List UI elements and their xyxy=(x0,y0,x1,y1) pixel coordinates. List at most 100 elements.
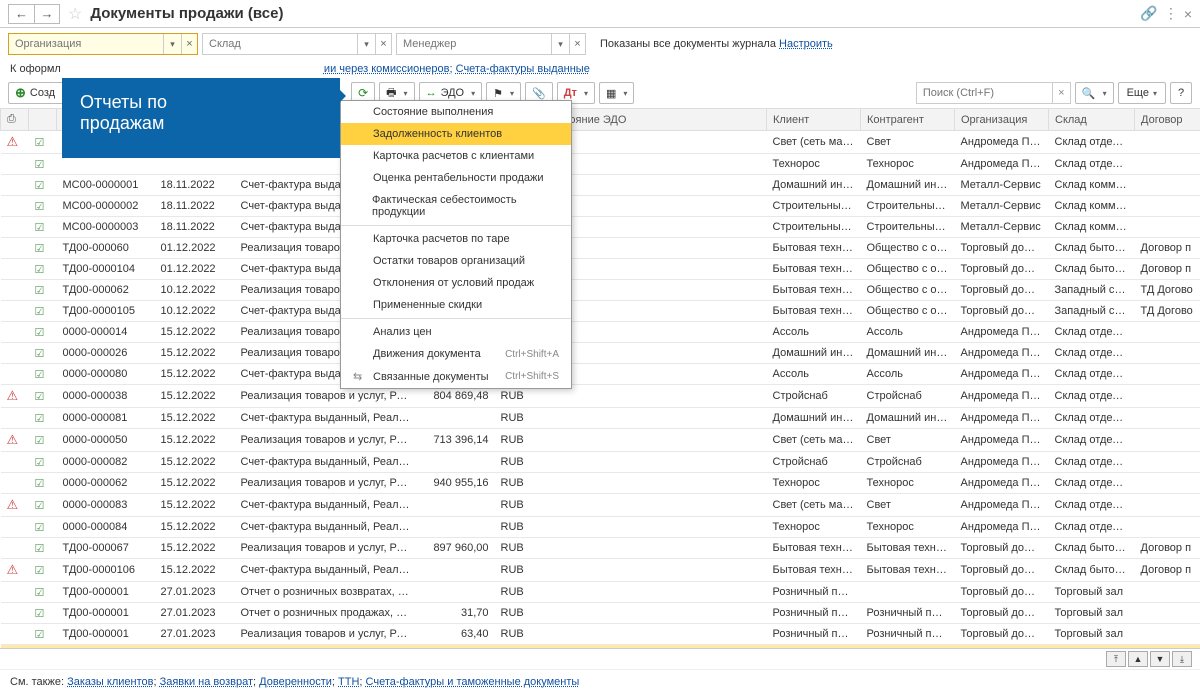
menu-item[interactable]: ⇆Связанные документыCtrl+Shift+S xyxy=(341,365,571,388)
clear-icon[interactable]: × xyxy=(375,34,391,54)
table-row[interactable]: ☑ ТД00-000001 27.01.2023 Отчет о розничн… xyxy=(1,603,1200,624)
table-row[interactable]: ☑ ТД00-000001 27.01.2023 Отчет о розничн… xyxy=(1,582,1200,603)
menu-item[interactable]: Состояние выполнения xyxy=(341,101,571,123)
table-row[interactable]: ☑ 0000-000080 15.12.2022 Счет-фактура вы… xyxy=(1,364,1200,385)
favorite-star-icon[interactable]: ☆ xyxy=(68,4,82,24)
table-row[interactable]: ☑ 0000-000081 15.12.2022 Счет-фактура вы… xyxy=(1,408,1200,429)
number-cell: 0000-000038 xyxy=(57,385,155,408)
footer-link[interactable]: Заявки на возврат xyxy=(160,676,253,688)
menu-item[interactable]: Анализ цен xyxy=(341,321,571,343)
table-row[interactable]: ☑ МС00-0000003 18.11.2022 Счет-фактура в… xyxy=(1,217,1200,238)
help-button[interactable]: ? xyxy=(1170,82,1192,104)
report-button[interactable]: ▦ xyxy=(599,82,634,104)
commissioners-link[interactable]: ии через комиссионеров; xyxy=(324,63,453,75)
table-row[interactable]: ☑ 0000-000084 15.12.2022 Счет-фактура вы… xyxy=(1,517,1200,538)
menu-item[interactable]: Оценка рентабельности продажи xyxy=(341,167,571,189)
table-row[interactable]: ☑ 0000-000014 15.12.2022 Реализация това… xyxy=(1,322,1200,343)
org-cell: Андромеда Плюс xyxy=(955,322,1049,343)
table-row[interactable]: ☑ ТД00-000001 27.01.2023 Реализация това… xyxy=(1,624,1200,645)
status-cell xyxy=(1,280,29,301)
footer-link[interactable]: Заказы клиентов xyxy=(67,676,153,688)
clear-icon[interactable]: × xyxy=(569,34,585,54)
filter-sklad-input[interactable] xyxy=(203,34,357,54)
number-cell: 0000-000083 xyxy=(57,494,155,517)
footer-link[interactable]: Доверенности xyxy=(259,676,332,688)
nav-back-button[interactable]: ← xyxy=(8,4,34,24)
filter-organization[interactable]: ▾ × xyxy=(8,33,198,55)
col-status2[interactable] xyxy=(29,109,57,131)
table-row[interactable]: ☑ ТД00-000062 10.12.2022 Реализация това… xyxy=(1,280,1200,301)
table-row[interactable]: ⚠ ☑ 0000-000083 15.12.2022 Счет-фактура … xyxy=(1,494,1200,517)
clear-icon[interactable]: × xyxy=(181,34,197,54)
counterpart-cell: Общество с огра... xyxy=(861,238,955,259)
org-cell: Металл-Сервис xyxy=(955,217,1049,238)
search-box[interactable]: × xyxy=(916,82,1071,104)
scroll-up-button[interactable]: ▲ xyxy=(1128,651,1148,667)
menu-item[interactable]: Примененные скидки xyxy=(341,294,571,316)
col-client[interactable]: Клиент xyxy=(767,109,861,131)
filter-manager[interactable]: ▾ × xyxy=(396,33,586,55)
table-row[interactable]: ☑ МС00-0000002 18.11.2022 Счет-фактура в… xyxy=(1,196,1200,217)
table-row[interactable]: ⚠ ☑ 0000-000050 15.12.2022 Реализация то… xyxy=(1,429,1200,452)
table-row[interactable]: ☑ ТД00-000060 01.12.2022 Реализация това… xyxy=(1,238,1200,259)
menu-item-label: Связанные документы xyxy=(373,371,489,383)
search-button[interactable]: 🔍 xyxy=(1075,82,1114,104)
col-edo[interactable]: стояние ЭДО xyxy=(553,109,767,131)
doc-icon-cell: ☑ xyxy=(29,429,57,452)
col-counterpart[interactable]: Контрагент xyxy=(861,109,955,131)
filter-organization-input[interactable] xyxy=(9,34,163,54)
dropdown-icon[interactable]: ▾ xyxy=(551,34,569,54)
menu-item[interactable]: Задолженность клиентов xyxy=(341,123,571,145)
search-input[interactable] xyxy=(917,83,1052,103)
menu-item[interactable]: Остатки товаров организаций xyxy=(341,250,571,272)
sum-cell: 63,40 xyxy=(420,624,495,645)
contract-cell xyxy=(1135,603,1200,624)
table-row[interactable]: ☑ АЙ00-000001 12.04.2023 Реализация това… xyxy=(1,645,1200,649)
col-sklad[interactable]: Склад xyxy=(1049,109,1135,131)
clear-search-icon[interactable]: × xyxy=(1052,83,1070,103)
footer-link[interactable]: Счета-фактуры и таможенные документы xyxy=(366,676,580,688)
col-contract[interactable]: Договор xyxy=(1135,109,1200,131)
document-icon: ☑ xyxy=(35,391,45,403)
menu-dots-icon[interactable]: ⋮ xyxy=(1164,5,1178,22)
col-org[interactable]: Организация xyxy=(955,109,1049,131)
table-row[interactable]: ☑ 0000-000062 15.12.2022 Реализация това… xyxy=(1,473,1200,494)
edo-cell xyxy=(553,452,767,473)
table-row[interactable]: ☑ 0000-000026 15.12.2022 Реализация това… xyxy=(1,343,1200,364)
dropdown-icon[interactable]: ▾ xyxy=(357,34,375,54)
org-cell: Андромеда Плюс xyxy=(955,343,1049,364)
attach-icon[interactable]: 🔗 xyxy=(1140,5,1157,22)
menu-item[interactable]: Карточка расчетов по таре xyxy=(341,228,571,250)
table-row[interactable]: ☑ МС00-0000001 18.11.2022 Счет-фактура в… xyxy=(1,175,1200,196)
table-row[interactable]: ☑ 0000-000082 15.12.2022 Счет-фактура вы… xyxy=(1,452,1200,473)
invoices-link[interactable]: Счета-фактуры выданные xyxy=(456,63,590,75)
date-cell: 15.12.2022 xyxy=(155,364,235,385)
more-button[interactable]: Еще▾ xyxy=(1118,82,1166,104)
configure-link[interactable]: Настроить xyxy=(779,38,833,50)
menu-item[interactable]: Карточка расчетов с клиентами xyxy=(341,145,571,167)
table-row[interactable]: ⚠ ☑ 0000-000038 15.12.2022 Реализация то… xyxy=(1,385,1200,408)
col-status[interactable]: ⎙ xyxy=(1,109,29,131)
close-icon[interactable]: × xyxy=(1184,6,1192,22)
menu-item[interactable]: Фактическая себестоимость продукции xyxy=(341,189,571,223)
reports-dropdown-menu[interactable]: Состояние выполненияЗадолженность клиент… xyxy=(340,100,572,389)
footer-link[interactable]: ТТН xyxy=(338,676,359,688)
attach-icon: 📎 xyxy=(532,87,546,100)
scroll-top-button[interactable]: ⤒ xyxy=(1106,651,1126,667)
filter-sklad[interactable]: ▾ × xyxy=(202,33,392,55)
menu-item[interactable]: Движения документаCtrl+Shift+A xyxy=(341,343,571,365)
menu-item[interactable]: Отклонения от условий продаж xyxy=(341,272,571,294)
dropdown-icon[interactable]: ▾ xyxy=(163,34,181,54)
menu-shortcut: Ctrl+Shift+A xyxy=(505,349,559,360)
table-row[interactable]: ☑ ТД00-0000104 01.12.2022 Счет-фактура в… xyxy=(1,259,1200,280)
table-row[interactable]: ⚠ ☑ ТД00-0000106 15.12.2022 Счет-фактура… xyxy=(1,559,1200,582)
table-row[interactable]: ☑ ТД00-000067 15.12.2022 Реализация това… xyxy=(1,538,1200,559)
nav-forward-button[interactable]: → xyxy=(34,4,60,24)
counterpart-cell: Домашний интер... xyxy=(861,408,955,429)
filter-manager-input[interactable] xyxy=(397,34,551,54)
table-row[interactable]: ☑ ТД00-0000105 10.12.2022 Счет-фактура в… xyxy=(1,301,1200,322)
scroll-bottom-button[interactable]: ⤓ xyxy=(1172,651,1192,667)
scroll-down-button[interactable]: ▼ xyxy=(1150,651,1170,667)
documents-table[interactable]: ⎙ Но стояние ЭДО Клиент Контрагент Орган… xyxy=(0,108,1200,648)
client-cell: Ассоль xyxy=(767,322,861,343)
